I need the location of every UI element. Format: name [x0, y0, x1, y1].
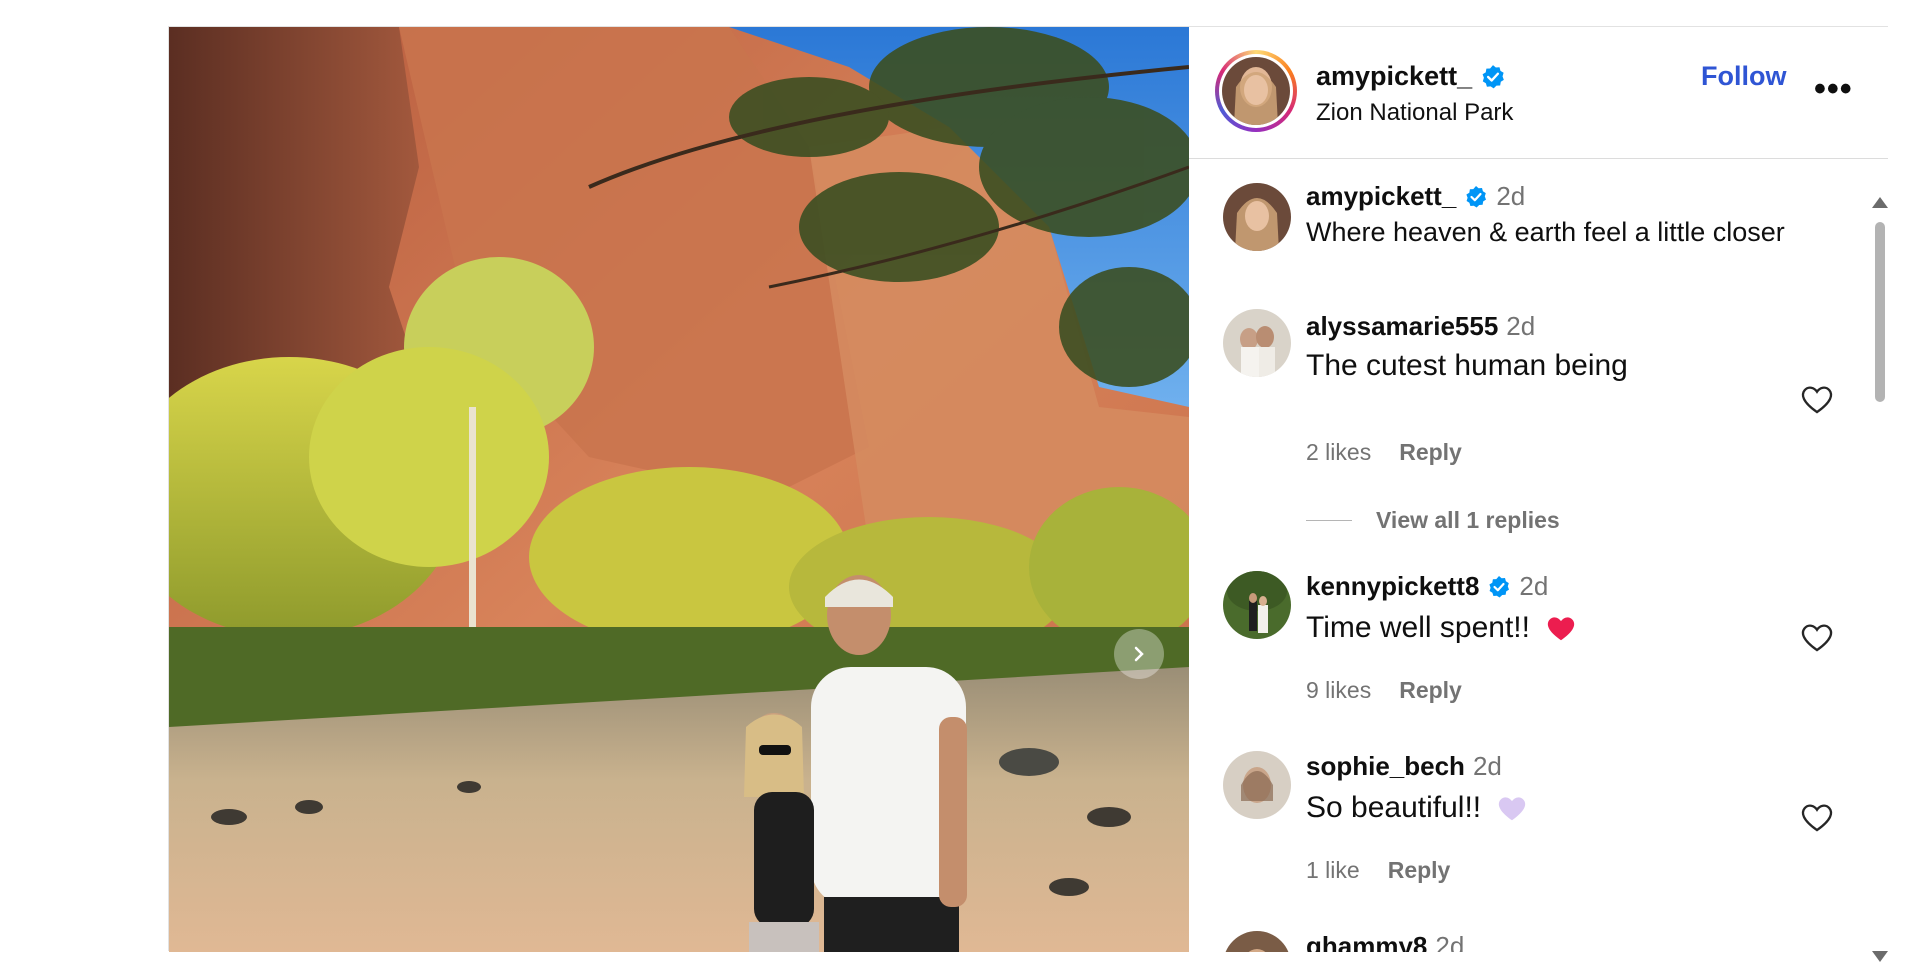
chevron-right-icon — [1134, 646, 1144, 662]
purple-heart-emoji-icon — [1498, 797, 1526, 821]
post-location[interactable]: Zion National Park — [1316, 99, 1513, 127]
post-photo-image — [169, 27, 1189, 952]
comment-username[interactable]: alyssamarie555 — [1306, 311, 1498, 342]
comment-text: The cutest human being — [1306, 349, 1628, 382]
comment-username-row: alyssamarie555 2d — [1306, 311, 1535, 342]
comment-text-row: Time well spent!! — [1306, 611, 1578, 645]
comment-avatar[interactable] — [1223, 309, 1291, 377]
comment-time[interactable]: 2d — [1496, 181, 1525, 212]
comment-username-row: kennypickett8 2d — [1306, 571, 1548, 602]
comment-username-row: sophie_bech 2d — [1306, 751, 1502, 782]
comment-avatar[interactable] — [1223, 751, 1291, 819]
author-avatar-image — [1222, 57, 1290, 125]
red-heart-emoji-icon — [1547, 617, 1575, 641]
comment-text: So beautiful!! — [1306, 791, 1482, 824]
post-side-panel: amypickett_ Zion National Park Follow ••… — [1189, 27, 1888, 962]
view-replies-line — [1306, 520, 1352, 521]
comment-avatar[interactable] — [1223, 571, 1291, 639]
instagram-post: amypickett_ Zion National Park Follow ••… — [168, 26, 1888, 962]
like-heart-icon[interactable] — [1799, 383, 1835, 415]
comment-username-row: amypickett_ 2d — [1306, 181, 1525, 212]
comment-reply-button[interactable]: Reply — [1388, 857, 1451, 884]
post-photo[interactable] — [169, 27, 1189, 952]
view-replies-button[interactable]: View all 1 replies — [1306, 507, 1560, 534]
scroll-down-arrow-icon[interactable] — [1872, 951, 1888, 962]
comment-likes[interactable]: 1 like — [1306, 857, 1360, 884]
more-options-button[interactable]: ••• — [1814, 72, 1853, 106]
verified-badge-icon — [1466, 185, 1487, 207]
comment-reply-button[interactable]: Reply — [1399, 439, 1462, 466]
comment-text: Where heaven & earth feel a little close… — [1306, 217, 1785, 247]
comment-reply-button[interactable]: Reply — [1399, 677, 1462, 704]
comment-time[interactable]: 2d — [1519, 571, 1548, 602]
verified-badge-icon — [1489, 575, 1510, 597]
scroll-up-arrow-icon[interactable] — [1872, 197, 1888, 208]
like-heart-icon[interactable] — [1799, 621, 1835, 653]
author-avatar[interactable] — [1215, 50, 1297, 132]
verified-badge-icon — [1482, 64, 1504, 88]
author-username-row[interactable]: amypickett_ — [1316, 61, 1506, 92]
comment-avatar[interactable] — [1223, 183, 1291, 251]
next-photo-button[interactable] — [1114, 629, 1164, 679]
like-heart-icon[interactable] — [1799, 801, 1835, 833]
comment-username[interactable]: sophie_bech — [1306, 751, 1465, 782]
comment-username[interactable]: kennypickett8 — [1306, 571, 1479, 602]
comment-time[interactable]: 2d — [1473, 751, 1502, 782]
comment-meta: 1 like Reply — [1306, 857, 1450, 884]
comment-meta: 9 likes Reply — [1306, 677, 1462, 704]
comments-list: amypickett_ 2d Where heaven & earth feel… — [1189, 159, 1859, 952]
comment-likes[interactable]: 2 likes — [1306, 439, 1371, 466]
comment-meta: 2 likes Reply — [1306, 439, 1462, 466]
comment-avatar[interactable] — [1223, 931, 1291, 952]
comment-username-row: ghammy8 2d — [1306, 931, 1464, 952]
comment-time[interactable]: 2d — [1506, 311, 1535, 342]
comment-likes[interactable]: 9 likes — [1306, 677, 1371, 704]
scrollbar-thumb[interactable] — [1875, 222, 1885, 402]
comment-username[interactable]: ghammy8 — [1306, 931, 1427, 952]
comment-time[interactable]: 2d — [1435, 931, 1464, 952]
author-username[interactable]: amypickett_ — [1316, 61, 1472, 92]
post-header: amypickett_ Zion National Park Follow ••… — [1189, 27, 1888, 159]
follow-button[interactable]: Follow — [1701, 61, 1786, 92]
view-replies-label: View all 1 replies — [1376, 507, 1560, 533]
comments-scrollbar[interactable] — [1871, 167, 1888, 962]
comment-username[interactable]: amypickett_ — [1306, 181, 1456, 212]
comment-text: Time well spent!! — [1306, 611, 1530, 644]
comment-text-row: So beautiful!! — [1306, 791, 1529, 825]
